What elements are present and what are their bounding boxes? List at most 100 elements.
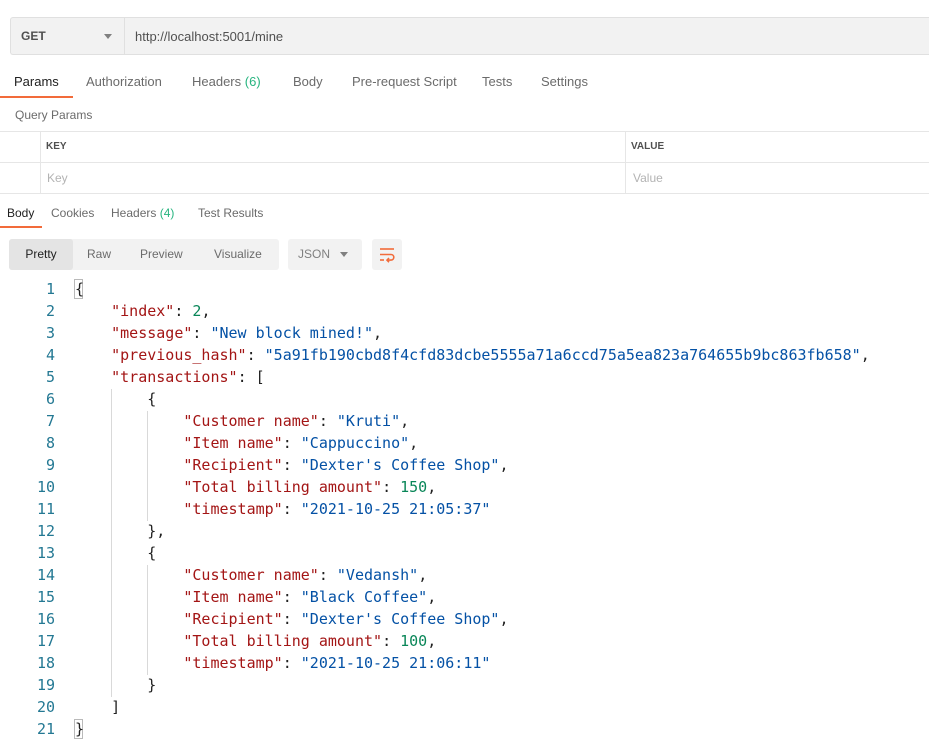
json-key: "Recipient" [183, 456, 283, 474]
json-string: "2021-10-25 21:05:37" [300, 500, 491, 518]
line-content: "timestamp": "2021-10-25 21:05:37" [75, 498, 490, 520]
json-punctuation: , [400, 412, 410, 430]
query-params-header-row [0, 132, 929, 163]
key-column-header: KEY [46, 141, 67, 152]
tab-authorization[interactable]: Authorization [86, 66, 162, 98]
value-column-header: VALUE [631, 141, 665, 152]
response-tab-test-results[interactable]: Test Results [198, 198, 263, 228]
code-line: 18 "timestamp": "2021-10-25 21:06:11" [0, 652, 929, 674]
json-key: "timestamp" [183, 500, 283, 518]
json-punctuation [75, 500, 183, 518]
query-params-title: Query Params [15, 108, 93, 122]
view-pretty-label: Pretty [25, 247, 57, 261]
code-line: 2 "index": 2, [0, 300, 929, 322]
view-pretty-button[interactable]: Pretty [9, 239, 73, 270]
column-divider [40, 132, 41, 193]
code-line: 10 "Total billing amount": 150, [0, 476, 929, 498]
json-string: "Vedansh" [336, 566, 419, 584]
json-punctuation: } [75, 720, 85, 738]
json-punctuation [75, 610, 183, 628]
code-line: 4 "previous_hash": "5a91fb190cbd8f4cfd83… [0, 344, 929, 366]
line-number: 7 [45, 412, 55, 430]
view-preview-button[interactable]: Preview [140, 239, 183, 270]
json-punctuation: : [192, 324, 211, 342]
request-url-bar: GET [10, 17, 929, 55]
method-dropdown[interactable]: GET [11, 18, 125, 54]
response-tab-body[interactable]: Body [0, 198, 43, 228]
json-punctuation: { [75, 544, 157, 562]
json-string: "2021-10-25 21:06:11" [300, 654, 491, 672]
line-content: "previous_hash": "5a91fb190cbd8f4cfd83dc… [75, 344, 870, 366]
view-raw-label: Raw [87, 247, 112, 261]
format-label: JSON [298, 247, 331, 261]
json-punctuation: : [246, 346, 265, 364]
json-key: "Item name" [183, 588, 283, 606]
format-dropdown[interactable]: JSON [288, 239, 362, 270]
line-content: "Total billing amount": 100, [75, 630, 436, 652]
json-key: "Total billing amount" [183, 478, 383, 496]
json-key: "message" [111, 324, 193, 342]
url-input[interactable] [125, 18, 929, 54]
json-punctuation [75, 566, 183, 584]
method-label: GET [21, 29, 46, 43]
line-number: 13 [36, 544, 55, 562]
json-punctuation: , [427, 478, 437, 496]
response-tabs: Body Cookies Headers (4) Test Results [0, 198, 929, 228]
line-number: 14 [36, 566, 55, 584]
param-value-input[interactable] [633, 167, 913, 189]
json-key: "Customer name" [183, 412, 319, 430]
response-tab-headers[interactable]: Headers (4) [111, 198, 174, 228]
response-tab-body-label: Body [7, 206, 35, 220]
line-content: "transactions": [ [75, 366, 265, 388]
view-preview-label: Preview [140, 247, 183, 261]
line-number: 20 [36, 698, 55, 716]
json-key: "timestamp" [183, 654, 283, 672]
json-string: "5a91fb190cbd8f4cfd83dcbe5555a71a6ccd75a… [264, 346, 861, 364]
json-key: "previous_hash" [111, 346, 247, 364]
json-punctuation [75, 588, 183, 606]
line-number: 18 [36, 654, 55, 672]
json-punctuation: , [499, 456, 509, 474]
line-number: 1 [45, 280, 55, 298]
view-raw-button[interactable]: Raw [87, 239, 111, 270]
tab-headers[interactable]: Headers (6) [192, 66, 261, 98]
json-key: "transactions" [111, 368, 238, 386]
tab-settings-label: Settings [541, 74, 588, 89]
code-line: 17 "Total billing amount": 100, [0, 630, 929, 652]
json-number: 150 [400, 478, 428, 496]
json-punctuation [75, 324, 111, 342]
json-punctuation [75, 368, 111, 386]
view-visualize-label: Visualize [214, 247, 262, 261]
code-line: 13 { [0, 542, 929, 564]
tab-settings[interactable]: Settings [541, 66, 588, 98]
json-punctuation: : [382, 632, 401, 650]
tab-authorization-label: Authorization [86, 74, 162, 89]
json-punctuation: : [282, 456, 301, 474]
wrap-lines-button[interactable] [372, 239, 402, 270]
line-content: } [75, 674, 156, 696]
json-punctuation [75, 302, 111, 320]
json-punctuation: : [ [237, 368, 265, 386]
tab-params[interactable]: Params [0, 66, 73, 98]
line-content: "Item name": "Cappuccino", [75, 432, 418, 454]
tab-body[interactable]: Body [293, 66, 323, 98]
json-key: "Item name" [183, 434, 283, 452]
line-number: 8 [45, 434, 55, 452]
tab-pre-request-script[interactable]: Pre-request Script [352, 66, 457, 98]
line-number: 2 [45, 302, 55, 320]
response-tab-cookies[interactable]: Cookies [51, 198, 94, 228]
json-punctuation [75, 654, 183, 672]
line-content: { [75, 388, 156, 410]
line-number: 19 [36, 676, 55, 694]
line-content: "Recipient": "Dexter's Coffee Shop", [75, 608, 509, 630]
line-content: "timestamp": "2021-10-25 21:06:11" [75, 652, 490, 674]
response-body-editor[interactable]: 1{2 "index": 2, 3 "message": "New block m… [0, 278, 929, 754]
param-key-input[interactable] [47, 167, 607, 189]
json-punctuation: , [499, 610, 509, 628]
json-punctuation [75, 434, 183, 452]
tab-tests[interactable]: Tests [482, 66, 512, 98]
json-punctuation: : [174, 302, 193, 320]
json-string: "Dexter's Coffee Shop" [300, 610, 500, 628]
json-key: "Customer name" [183, 566, 319, 584]
view-visualize-button[interactable]: Visualize [214, 239, 262, 270]
